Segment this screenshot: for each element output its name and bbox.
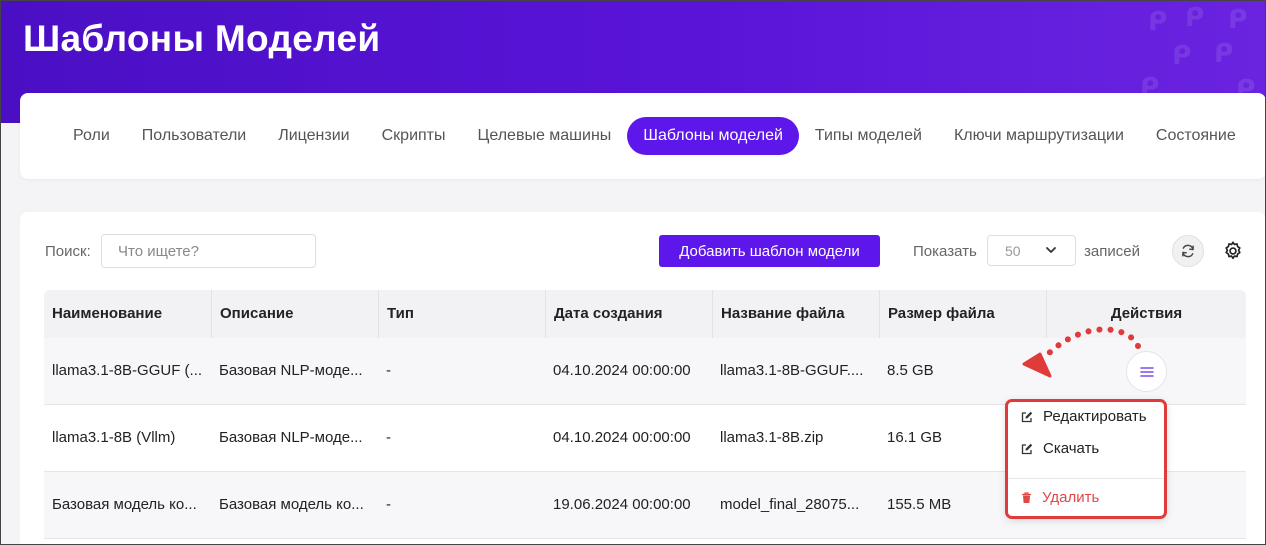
tab-bar: Роли Пользователи Лицензии Скрипты Целев… [57,117,1252,155]
refresh-icon [1182,244,1194,258]
cell-name: Базовая модель ко... [52,496,197,513]
tab-model-types[interactable]: Типы моделей [799,117,938,155]
column-header-created[interactable]: Дата создания [545,290,713,338]
cell-description: Базовая модель ко... [219,496,364,513]
cell-created: 19.06.2024 00:00:00 [553,496,691,513]
cell-type: - [386,362,391,379]
records-label: записей [1084,243,1140,260]
menu-divider [1008,478,1164,479]
mascot-pattern-icon: ᑭ [1172,40,1192,70]
cell-created: 04.10.2024 00:00:00 [553,362,691,379]
menu-icon [1139,366,1154,377]
settings-button[interactable] [1217,235,1249,267]
search-input[interactable] [101,234,316,268]
column-header-name[interactable]: Наименование [44,290,211,338]
cell-description: Базовая NLP-моде... [219,429,363,446]
menu-item-download[interactable]: Скачать [1021,440,1099,457]
cell-created: 04.10.2024 00:00:00 [553,429,691,446]
gear-icon [1225,241,1241,260]
row-actions-button[interactable] [1126,351,1167,392]
trash-icon [1022,491,1031,503]
column-header-filename[interactable]: Название файла [712,290,880,338]
edit-icon [1021,411,1033,422]
tab-users[interactable]: Пользователи [126,117,262,155]
cell-description: Базовая NLP-моде... [219,362,363,379]
cell-filename: llama3.1-8B.zip [720,429,824,446]
menu-item-edit[interactable]: Редактировать [1021,408,1147,425]
mascot-pattern-icon: ᑭ [1148,6,1168,36]
cell-name: llama3.1-8B (Vllm) [52,429,176,446]
tab-target-machines[interactable]: Целевые машины [462,117,628,155]
edit-icon [1021,443,1033,454]
tab-model-templates[interactable]: Шаблоны моделей [627,117,799,155]
column-header-description[interactable]: Описание [211,290,379,338]
cell-filename: model_final_28075... [720,496,860,513]
show-label: Показать [913,243,977,260]
cell-filename: llama3.1-8B-GGUF.... [720,362,864,379]
cell-type: - [386,429,391,446]
menu-item-label: Редактировать [1043,408,1147,425]
column-header-type[interactable]: Тип [378,290,546,338]
menu-item-delete[interactable]: Удалить [1021,489,1099,506]
mascot-pattern-icon: ᑭ [1228,4,1248,34]
cell-type: - [386,496,391,513]
table-header: Наименование Описание Тип Дата создания … [44,290,1246,338]
mascot-pattern-icon: ᑭ [1185,2,1205,32]
tab-routing-keys[interactable]: Ключи маршрутизации [938,117,1140,155]
add-model-template-button[interactable]: Добавить шаблон модели [659,235,880,267]
cell-filesize: 8.5 GB [887,362,934,379]
row-actions-menu: Редактировать Скачать Удалить [1005,399,1167,519]
page-size-select[interactable]: 50 [987,235,1076,266]
table-row: llama3.1-8B-GGUF (... Базовая NLP-моде..… [44,338,1246,405]
menu-item-label: Скачать [1043,440,1100,457]
chevron-down-icon [1046,247,1056,253]
tab-status[interactable]: Состояние [1140,117,1252,155]
cell-name: llama3.1-8B-GGUF (... [52,362,203,379]
tab-scripts[interactable]: Скрипты [366,117,462,155]
tab-licenses[interactable]: Лицензии [262,117,365,155]
page-size-value: 50 [1005,243,1021,259]
column-header-filesize[interactable]: Размер файла [879,290,1047,338]
page-title: Шаблоны Моделей [23,18,381,59]
search-label: Поиск: [45,243,91,260]
refresh-button[interactable] [1172,235,1204,267]
menu-item-label: Удалить [1042,489,1100,506]
tab-roles[interactable]: Роли [57,117,126,155]
mascot-pattern-icon: ᑭ [1214,38,1234,68]
column-header-actions: Действия [1046,290,1246,338]
